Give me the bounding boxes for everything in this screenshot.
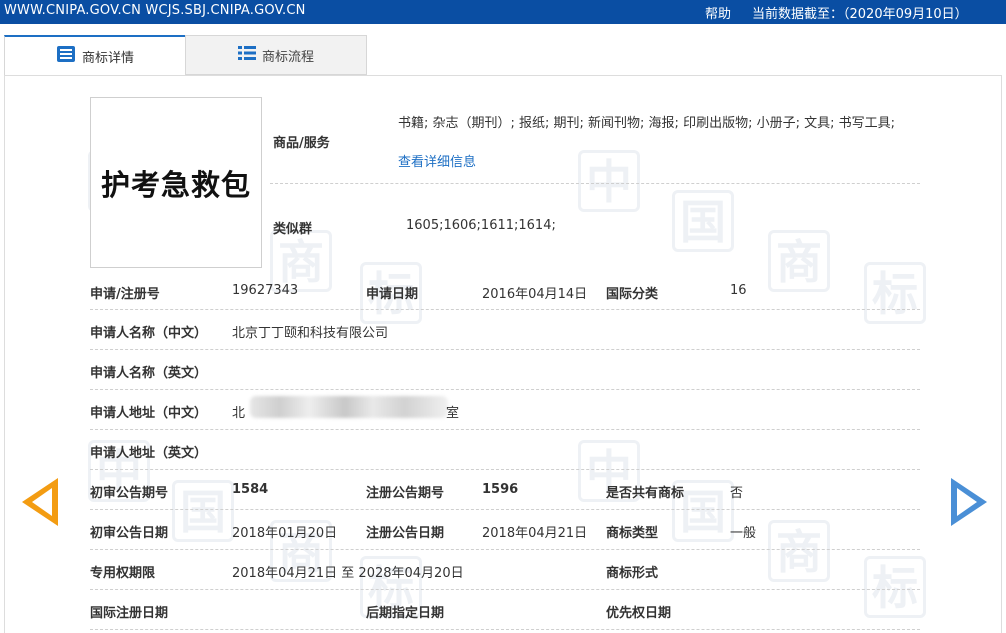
prelim-no-label: 初审公告期号: [90, 486, 169, 501]
help-link[interactable]: 帮助: [705, 3, 731, 22]
address-cn-value-start: 北: [232, 406, 246, 421]
goods-services-value: 书籍; 杂志（期刊）; 报纸; 期刊; 新闻刊物; 海报; 印刷出版物; 小册子…: [398, 116, 895, 131]
row-divider: [90, 509, 920, 510]
applicant-cn-value: 北京丁丁颐和科技有限公司: [232, 326, 389, 341]
similar-group-label: 类似群: [273, 222, 313, 237]
reg-ann-no-label: 注册公告期号: [366, 486, 445, 501]
address-cn-label: 申请人地址（中文）: [90, 406, 208, 421]
top-bar: WWW.CNIPA.GOV.CN WCJS.SBJ.CNIPA.GOV.CN 帮…: [0, 0, 1006, 24]
later-date-label: 后期指定日期: [366, 606, 445, 621]
tab-bar: 商标详情 商标流程: [4, 35, 1002, 75]
intl-class-label: 国际分类: [606, 287, 659, 302]
next-arrow-icon[interactable]: [951, 478, 987, 526]
exclusive-value: 2018年04月21日 至 2028年04月20日: [232, 566, 464, 581]
similar-group-value: 1605;1606;1611;1614;: [406, 218, 556, 233]
grid-list-icon: [237, 45, 256, 65]
tab-label: 商标详情: [81, 50, 134, 66]
redacted-address: [250, 396, 448, 418]
tab-label: 商标流程: [261, 49, 314, 65]
row-divider: [90, 389, 920, 390]
apply-date-label: 申请日期: [366, 287, 419, 302]
intl-reg-date-label: 国际注册日期: [90, 606, 169, 621]
address-en-label: 申请人地址（英文）: [90, 446, 208, 461]
row-divider: [90, 629, 920, 630]
row-divider: [90, 349, 920, 350]
row-divider: [90, 309, 920, 310]
row-divider: [90, 549, 920, 550]
type-label: 商标类型: [606, 526, 659, 541]
row-divider: [90, 469, 920, 470]
applicant-cn-label: 申请人名称（中文）: [90, 326, 208, 341]
row-divider: [90, 589, 920, 590]
trademark-text: 护考急救包: [100, 167, 251, 202]
site-url: WWW.CNIPA.GOV.CN WCJS.SBJ.CNIPA.GOV.CN: [4, 3, 306, 18]
type-value: 一般: [730, 526, 757, 541]
applicant-en-label: 申请人名称（英文）: [90, 366, 208, 381]
row-divider: [90, 429, 920, 430]
exclusive-label: 专用权期限: [90, 566, 156, 581]
prelim-no-value: 1584: [232, 482, 269, 497]
reg-ann-date-value: 2018年04月21日: [482, 526, 588, 541]
tab-trademark-details[interactable]: 商标详情: [4, 35, 186, 75]
row-divider: [270, 183, 920, 184]
prelim-date-value: 2018年01月20日: [232, 526, 338, 541]
priority-label: 优先权日期: [606, 606, 672, 621]
shared-label: 是否共有商标: [606, 486, 685, 501]
form-label: 商标形式: [606, 566, 659, 581]
trademark-image: 护考急救包: [90, 97, 262, 268]
tab-trademark-process[interactable]: 商标流程: [185, 35, 367, 75]
shared-value: 否: [730, 486, 744, 501]
apply-date-value: 2016年04月14日: [482, 287, 588, 302]
list-icon: [56, 45, 76, 67]
data-date: 当前数据截至：（2020年09月10日）: [752, 7, 968, 22]
goods-services-label: 商品/服务: [273, 136, 330, 151]
reg-ann-date-label: 注册公告日期: [366, 526, 445, 541]
address-cn-value-end: 室: [446, 406, 460, 421]
intl-class-value: 16: [730, 283, 747, 298]
view-details-link[interactable]: 查看详细信息: [398, 151, 476, 170]
prev-arrow-icon[interactable]: [22, 478, 58, 526]
prelim-date-label: 初审公告日期: [90, 526, 169, 541]
reg-no-value: 19627343: [232, 283, 299, 298]
reg-ann-no-value: 1596: [482, 482, 519, 497]
reg-no-label: 申请/注册号: [90, 287, 160, 302]
